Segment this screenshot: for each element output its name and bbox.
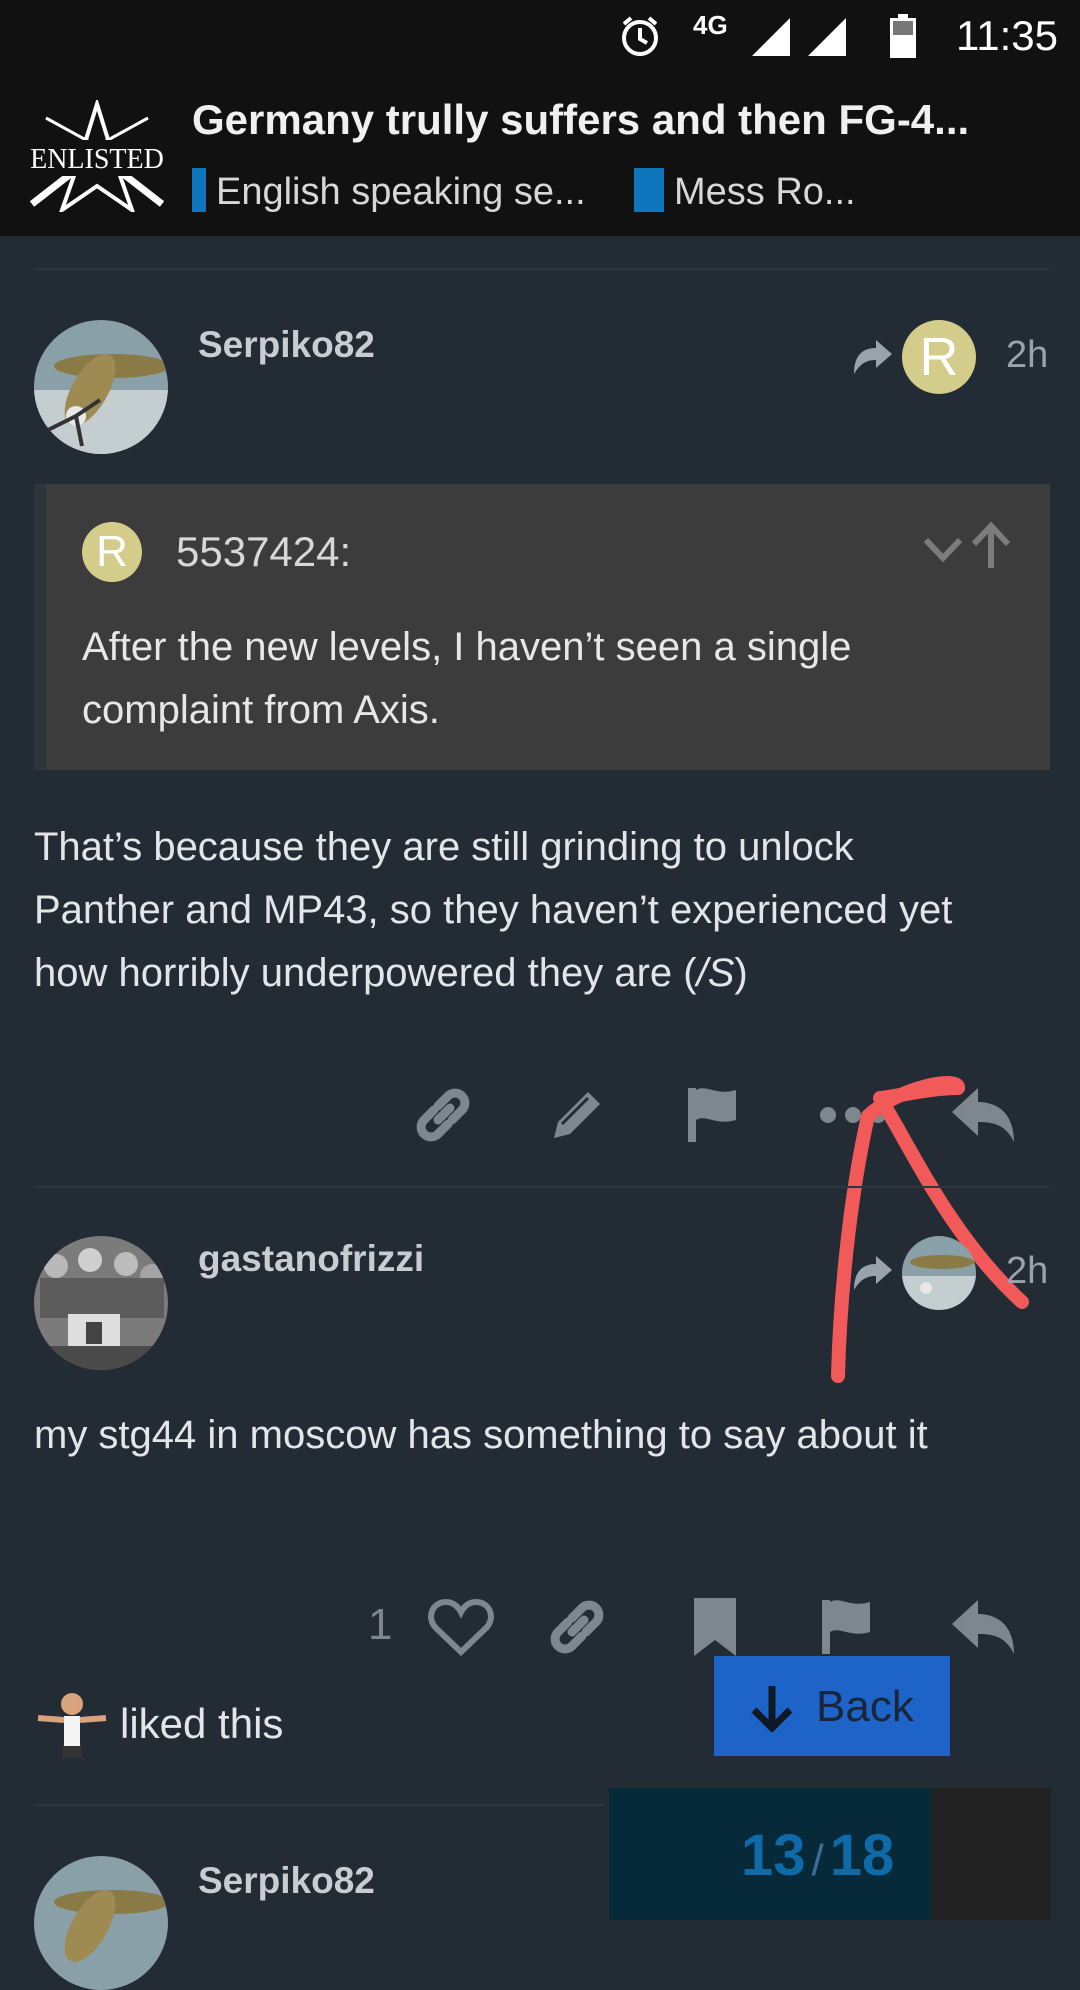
- post-divider: [34, 268, 1050, 270]
- flag-icon[interactable]: [680, 1080, 750, 1150]
- quote-username: 5537424:: [176, 528, 352, 575]
- user-avatar[interactable]: [34, 1856, 168, 1990]
- post-body-text: ): [734, 951, 748, 995]
- subcategory-badge[interactable]: Mess Ro...: [634, 168, 856, 214]
- sarcasm-tag: /S: [696, 951, 735, 995]
- alarm-icon: [622, 16, 658, 56]
- like-count[interactable]: 1: [368, 1600, 392, 1650]
- post-body: my stg44 in moscow has something to say …: [34, 1413, 928, 1457]
- topic-title[interactable]: Germany trully suffers and then FG-4...: [192, 96, 1052, 144]
- reply-to-icon: [854, 1256, 892, 1290]
- reply-icon[interactable]: [948, 1592, 1018, 1662]
- subcategory-label: Mess Ro...: [674, 171, 856, 213]
- back-button-label: Back: [816, 1682, 914, 1731]
- status-bar: 4G 11:35: [0, 0, 1080, 72]
- post-body: That’s because they are still grinding t…: [34, 816, 1044, 1005]
- link-icon[interactable]: [408, 1080, 478, 1150]
- clock: 11:35: [956, 12, 1058, 59]
- network-type: 4G: [693, 10, 728, 40]
- progress-panel: [931, 1788, 1051, 1920]
- liker-avatar[interactable]: [34, 1684, 110, 1760]
- link-icon[interactable]: [542, 1592, 612, 1662]
- post-age[interactable]: 2h: [1006, 334, 1048, 377]
- post-body-text: how horribly underpowered they are (: [34, 951, 697, 995]
- post-username[interactable]: Serpiko82: [198, 1860, 375, 1902]
- arrow-down-icon: [751, 1686, 793, 1732]
- flag-icon[interactable]: [814, 1592, 884, 1662]
- post-username[interactable]: Serpiko82: [198, 324, 375, 366]
- reply-to-initial: R: [919, 327, 959, 387]
- category-badge[interactable]: English speaking se...: [192, 168, 586, 214]
- quote-avatar: R: [82, 522, 142, 582]
- post-divider: [34, 1804, 604, 1806]
- signal-2-icon: [808, 18, 846, 56]
- quote-block: R 5537424: After the new levels, I haven…: [34, 484, 1050, 770]
- post-username[interactable]: gastanofrizzi: [198, 1238, 424, 1280]
- post-age[interactable]: 2h: [1006, 1250, 1048, 1293]
- svg-text:ENLISTED: ENLISTED: [30, 144, 164, 175]
- quote-text: After the new levels, I haven’t seen a s…: [82, 625, 852, 732]
- reply-to-icon: [854, 340, 892, 374]
- annotation-arrow: [831, 1076, 1029, 1383]
- battery-icon: [890, 14, 916, 58]
- back-button[interactable]: Back: [714, 1656, 950, 1756]
- edit-icon[interactable]: [542, 1080, 612, 1150]
- chevron-down-icon[interactable]: [922, 528, 964, 570]
- arrow-up-icon[interactable]: [970, 522, 1012, 570]
- post-divider: [34, 1186, 1050, 1188]
- timeline-progress[interactable]: 13/18: [609, 1788, 1051, 1920]
- signal-icon: [752, 18, 790, 56]
- liked-text: liked this: [120, 1700, 284, 1747]
- post-body-line: Panther and MP43, so they haven’t experi…: [34, 888, 953, 932]
- topic-header: ENLISTED Germany trully suffers and then…: [0, 72, 1080, 236]
- progress-separator: /: [811, 1836, 824, 1885]
- category-color-swatch: [192, 168, 206, 212]
- progress-current: 13: [741, 1823, 806, 1888]
- subcategory-color-swatch: [634, 168, 664, 212]
- progress-counter: 13/18: [741, 1822, 894, 1889]
- progress-total: 18: [829, 1823, 895, 1888]
- reply-to-avatar[interactable]: [902, 1236, 976, 1310]
- user-avatar[interactable]: [34, 320, 168, 454]
- heart-icon[interactable]: [426, 1592, 496, 1662]
- user-avatar[interactable]: [34, 1236, 168, 1370]
- category-label: English speaking se...: [216, 171, 586, 213]
- post-body-line: That’s because they are still grinding t…: [34, 825, 854, 869]
- reply-to-avatar[interactable]: R: [902, 320, 976, 394]
- bookmark-icon[interactable]: [680, 1592, 750, 1662]
- enlisted-logo[interactable]: ENLISTED: [26, 97, 168, 216]
